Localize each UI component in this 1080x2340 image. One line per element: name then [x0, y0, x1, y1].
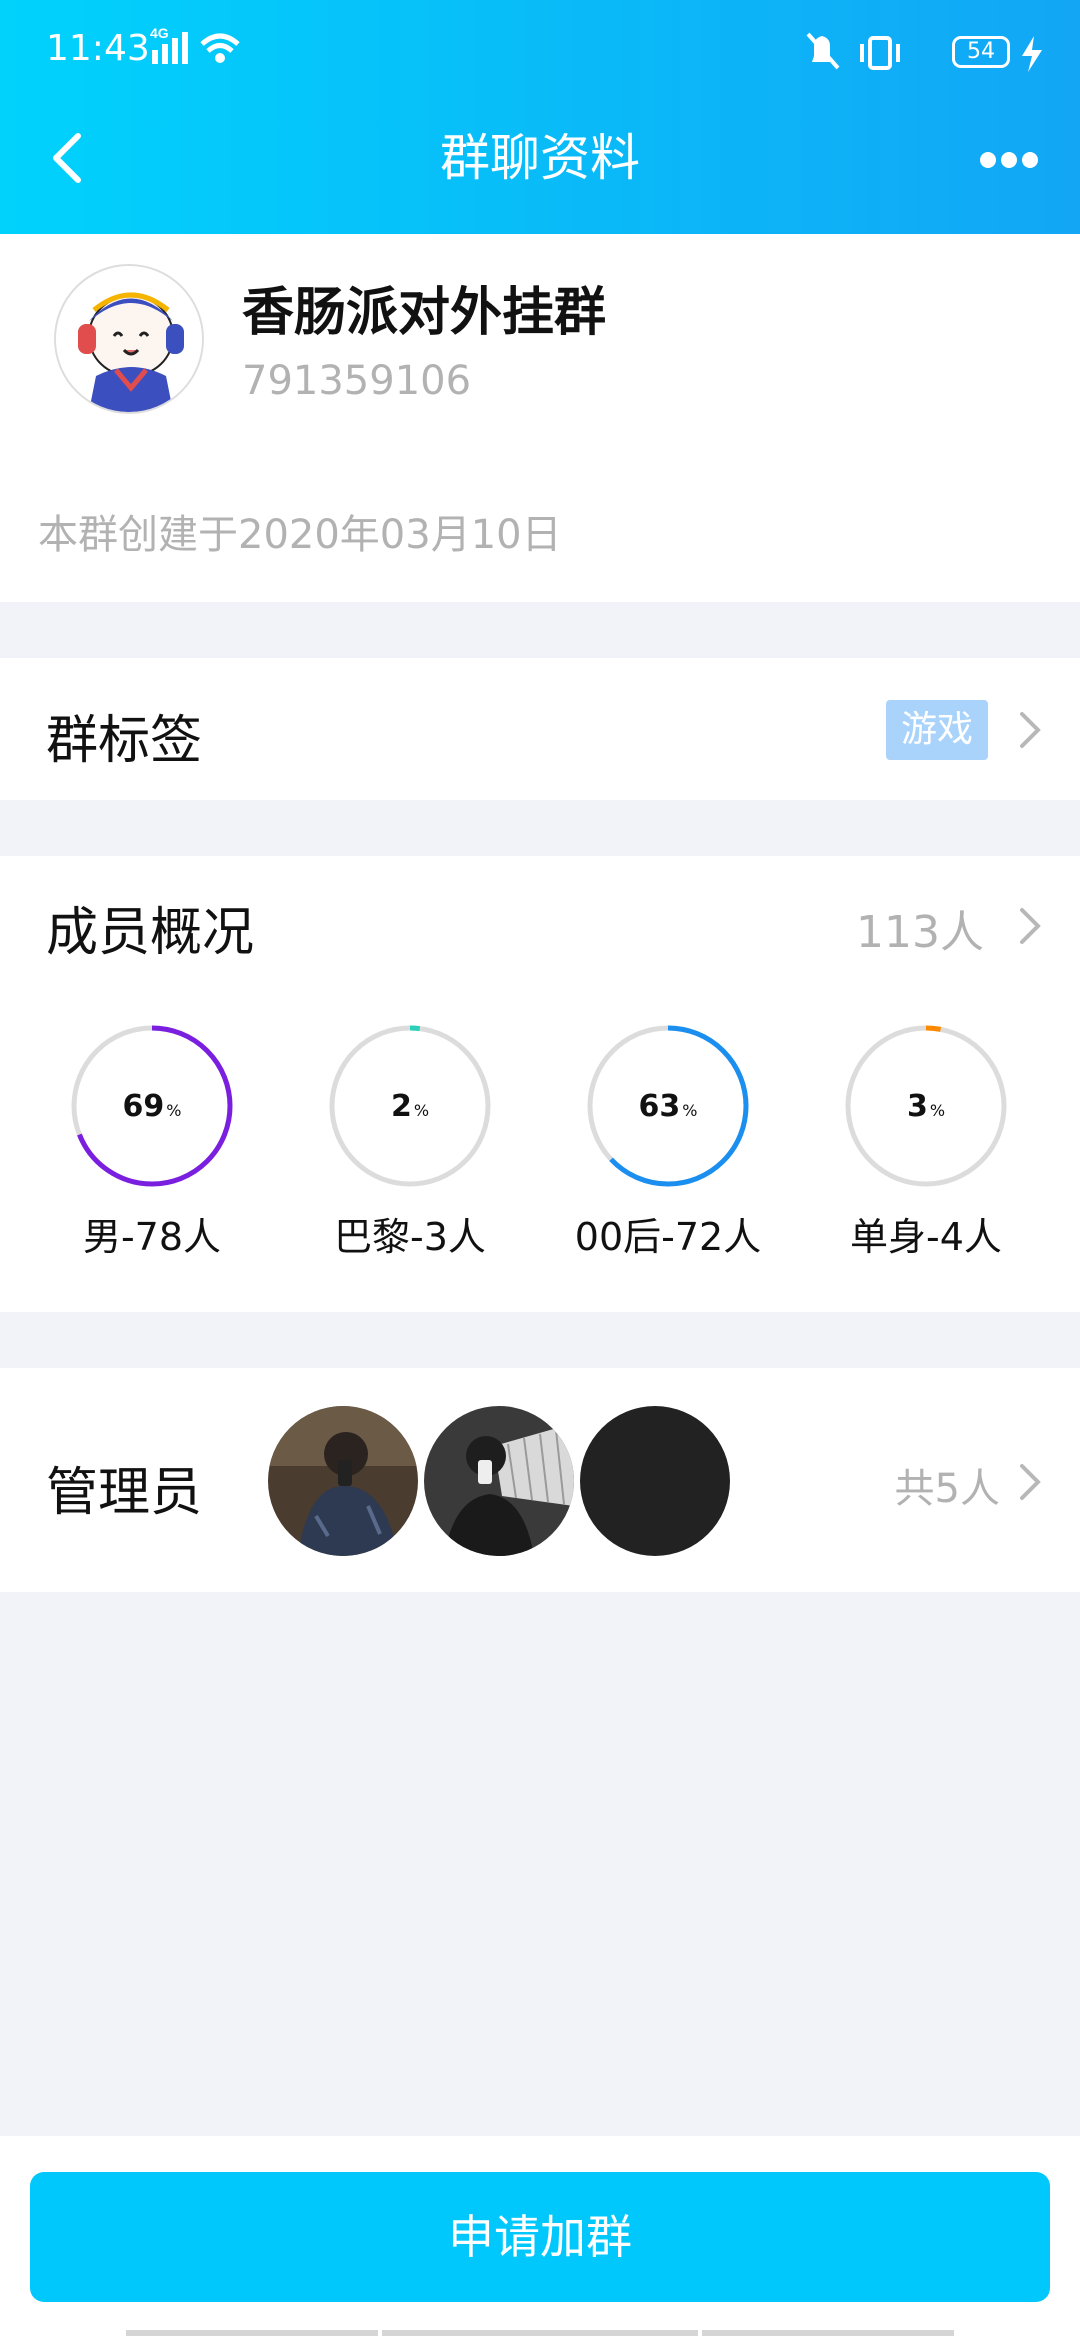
status-time: 11:43 [46, 28, 150, 69]
chevron-right-icon [1020, 712, 1041, 748]
members-count: 113人 [856, 907, 984, 958]
page-title: 群聊资料 [440, 129, 640, 187]
group-created-date: 本群创建于2020年03月10日 [38, 512, 562, 558]
nav-indicator [126, 2330, 378, 2336]
group-name: 香肠派对外挂群 [242, 283, 607, 343]
battery-indicator: 54 [952, 36, 1010, 68]
group-tag-label: 群标签 [46, 711, 203, 771]
stat-percent: 69% [122, 1088, 182, 1124]
group-tag-row[interactable]: 群标签 游戏 [0, 658, 1080, 800]
members-overview-header[interactable]: 成员概况 113人 [0, 856, 1080, 986]
more-options-button[interactable] [980, 140, 1050, 180]
admins-row[interactable]: 管理员 共5人 [0, 1368, 1080, 1592]
header-bar: 11:43 4G 54 群聊资料 [0, 0, 1080, 234]
signal-icon: 4G [150, 24, 270, 74]
more-dot-icon [1022, 152, 1038, 168]
tag-badge: 游戏 [886, 700, 988, 760]
vibrate-icon [860, 36, 900, 70]
member-stat-ring: 69% [70, 1024, 234, 1188]
more-dot-icon [1001, 152, 1017, 168]
admin-avatar[interactable] [580, 1406, 730, 1556]
members-overview-label: 成员概况 [46, 903, 255, 963]
stat-label: 00后-72人 [574, 1215, 762, 1259]
chevron-right-icon [1020, 908, 1041, 944]
stat-label: 男-78人 [82, 1215, 222, 1259]
admins-label: 管理员 [46, 1463, 203, 1523]
admins-total: 共5人 [894, 1466, 1000, 1512]
status-bar: 11:43 4G 54 [0, 0, 1080, 110]
member-stat-ring: 3% [844, 1024, 1008, 1188]
mute-vibrate-icon [806, 32, 840, 70]
chevron-right-icon [1020, 1464, 1041, 1500]
nav-indicator [702, 2330, 954, 2336]
group-info-card: 香肠派对外挂群 791359106 本群创建于2020年03月10日 [0, 234, 1080, 602]
group-avatar[interactable] [54, 264, 204, 414]
more-dot-icon [980, 152, 996, 168]
admin-avatar[interactable] [424, 1406, 574, 1556]
member-stat-ring: 2% [328, 1024, 492, 1188]
group-id: 791359106 [242, 358, 472, 404]
charging-icon [1022, 36, 1042, 72]
status-icons: 54 [804, 24, 1044, 80]
nav-indicator [382, 2330, 698, 2336]
stat-percent: 63% [638, 1088, 698, 1124]
members-overview-card: 成员概况 113人 69% 男-78人 2% 巴黎-3人 63% 00后-72人 3% 单身-… [0, 856, 1080, 1312]
stat-label: 单身-4人 [850, 1215, 1002, 1259]
bottom-bar: 申请加群 [0, 2136, 1080, 2340]
apply-join-button[interactable]: 申请加群 [30, 2172, 1050, 2302]
stat-percent: 3% [906, 1088, 946, 1124]
stat-label: 巴黎-3人 [334, 1215, 486, 1259]
member-stat-ring: 63% [586, 1024, 750, 1188]
admin-avatar[interactable] [268, 1406, 418, 1556]
network-type: 4G [150, 25, 169, 41]
stat-percent: 2% [390, 1088, 430, 1124]
